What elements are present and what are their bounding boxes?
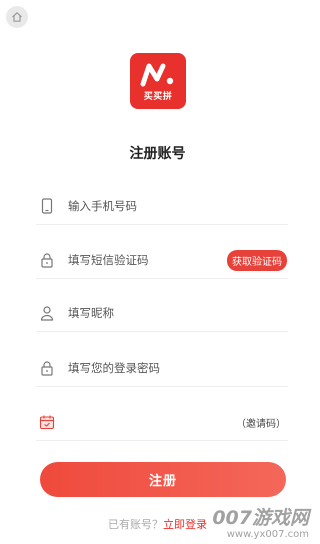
- lock-icon: [38, 359, 56, 377]
- watermark-url: www.yx007.com: [226, 529, 309, 540]
- home-icon: [12, 12, 22, 22]
- invite-row: （邀请码）: [36, 404, 288, 441]
- password-input[interactable]: [68, 361, 288, 375]
- watermark: 007游戏网 www.yx007.com: [212, 507, 309, 541]
- invite-code-label: （邀请码）: [236, 418, 286, 430]
- lock-icon: [38, 251, 56, 269]
- logo-mark-icon: [140, 63, 174, 87]
- phone-row: [36, 188, 288, 225]
- invite-calendar-icon: [38, 413, 56, 431]
- phone-icon: [38, 197, 56, 215]
- app-logo: 买买拼: [130, 53, 186, 109]
- get-code-button[interactable]: 获取验证码: [227, 249, 287, 271]
- user-icon: [38, 304, 56, 322]
- login-link[interactable]: 立即登录: [163, 518, 207, 531]
- sms-code-input[interactable]: [68, 253, 227, 267]
- phone-input[interactable]: [68, 199, 288, 213]
- page-title: 注册账号: [129, 146, 186, 162]
- nickname-input[interactable]: [68, 306, 288, 320]
- sms-code-row: 获取验证码: [36, 242, 288, 279]
- watermark-text: 007游戏网: [212, 507, 309, 529]
- invite-code-input[interactable]: [68, 415, 236, 429]
- have-account-text: 已有账号？: [108, 518, 163, 531]
- password-row: [36, 350, 288, 387]
- register-button[interactable]: 注册: [40, 462, 286, 497]
- logo-text: 买买拼: [143, 92, 173, 102]
- home-button[interactable]: [6, 6, 28, 28]
- nickname-row: [36, 295, 288, 332]
